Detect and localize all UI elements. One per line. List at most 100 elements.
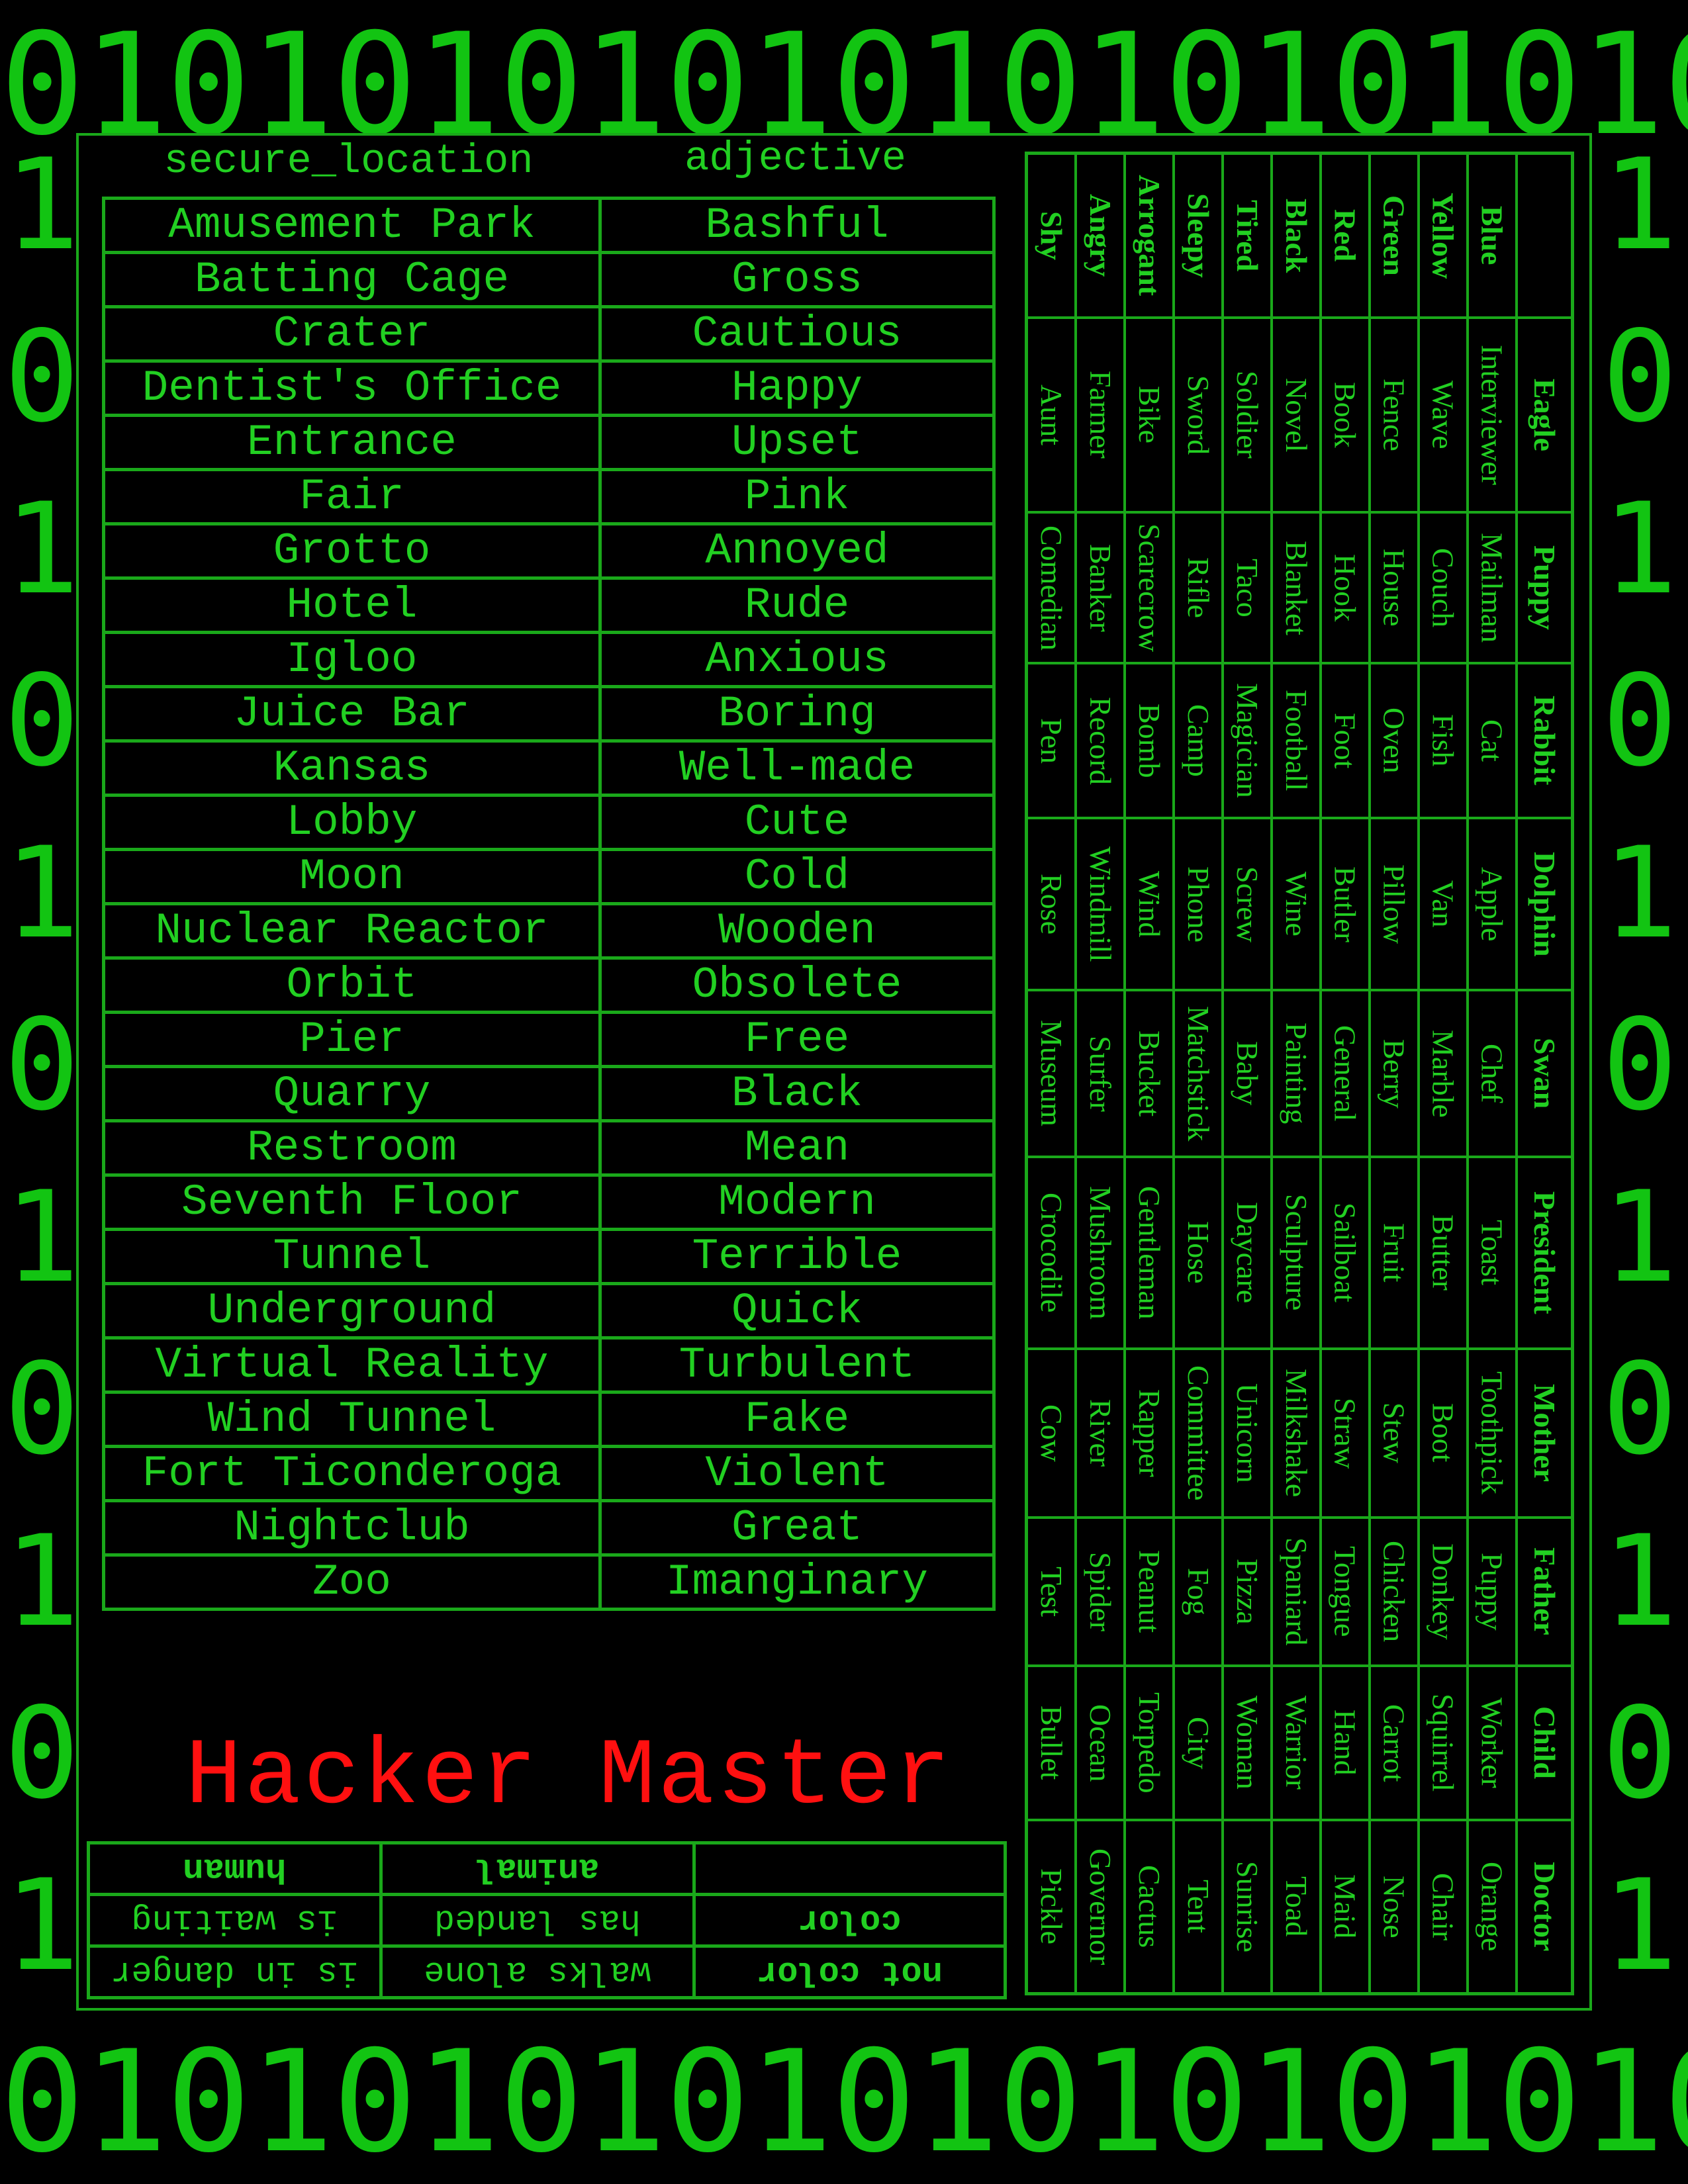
grid-cell: River	[1076, 1347, 1123, 1516]
grid-cell: Stew	[1370, 1347, 1417, 1516]
grid-cell: Bullet	[1028, 1664, 1074, 1819]
grid-cell: Boot	[1419, 1347, 1466, 1516]
binary-digit: 1	[4, 1508, 80, 1655]
grid-corner	[1518, 155, 1571, 316]
table-row: Moon Cold	[102, 848, 996, 905]
grid-cell: Spaniard	[1272, 1516, 1319, 1664]
grid-word: Pen	[1034, 717, 1068, 764]
grid-word: Oven	[1377, 707, 1411, 774]
grid-cell: Farmer	[1076, 316, 1123, 512]
grid-cell: Baby	[1223, 989, 1270, 1155]
grid-word: Record	[1083, 696, 1117, 785]
grid-column: Yellow Wave Couch Fish Van Marble Butter Boot Do…	[1417, 155, 1466, 1992]
table-row: Zoo Imanginary	[102, 1553, 996, 1611]
grid-cell: Pickle	[1028, 1818, 1074, 1992]
grid-row-header: Dolphin	[1517, 816, 1571, 989]
grid-column: Tired Soldier Taco Magician Screw Baby Daycare…	[1221, 155, 1270, 1992]
legend-table: not color walks alone is in danger color has…	[87, 1841, 1007, 1999]
grid-cell: Chair	[1419, 1818, 1466, 1992]
location-cell: Entrance	[102, 414, 602, 471]
grid-column: Black Novel Blanket Football Wine Painting Scu…	[1270, 155, 1319, 1992]
column-header-label: Sleepy	[1181, 193, 1215, 278]
table-row: Restroom Mean	[102, 1119, 996, 1177]
grid-column-header: Red	[1322, 155, 1368, 316]
grid-word: Novel	[1279, 377, 1313, 453]
column-header-label: Green	[1377, 195, 1411, 276]
grid-row-header: Swan	[1517, 989, 1571, 1155]
grid-word: Worker	[1475, 1697, 1509, 1788]
grid-word: Van	[1426, 880, 1460, 928]
grid-word: Taco	[1230, 558, 1264, 617]
adjective-cell: Happy	[598, 359, 996, 417]
table-row: Grotto Annoyed	[102, 522, 996, 580]
grid-word: Rifle	[1181, 557, 1215, 619]
table-row: Underground Quick	[102, 1282, 996, 1340]
grid-word: Bullet	[1034, 1706, 1068, 1780]
grid-cell: Warrior	[1272, 1664, 1319, 1819]
grid-cell: Pen	[1028, 662, 1074, 817]
grid-word: Woman	[1230, 1696, 1264, 1790]
grid-cell: Orange	[1468, 1818, 1515, 1992]
grid-word: Committee	[1181, 1365, 1215, 1501]
adjective-cell: Violent	[598, 1445, 996, 1502]
grid-word: Bucket	[1132, 1030, 1166, 1117]
table-row: Entrance Upset	[102, 414, 996, 471]
grid-column-header: Black	[1273, 155, 1319, 316]
location-cell: Fair	[102, 468, 602, 525]
table-row: Juice Bar Boring	[102, 685, 996, 743]
grid-column: Shy Aunt Comedian Pen Rose Museum Crocodile Cow…	[1028, 155, 1074, 1992]
grid-cell: General	[1321, 989, 1368, 1155]
location-cell: Kansas	[102, 739, 602, 797]
location-cell: Batting Cage	[102, 251, 602, 308]
row-header-label: Father	[1527, 1547, 1562, 1636]
legend-cell: animal	[381, 1843, 694, 1895]
grid-cell: Banker	[1076, 511, 1123, 662]
legend-cell: is in danger	[88, 1946, 381, 1998]
grid-row-header: Puppy	[1517, 511, 1571, 662]
grid-word: Maid	[1328, 1874, 1362, 1939]
binary-right-column: 1 0 1 0 1 0 1 0 1 0 1	[1602, 119, 1678, 2012]
grid-cell: Crocodile	[1028, 1155, 1074, 1347]
grid-row-header: Eagle	[1517, 316, 1571, 512]
adjective-cell: Upset	[598, 414, 996, 471]
table-row: Amusement Park Bashful	[102, 197, 996, 254]
grid-cell: Governor	[1076, 1818, 1123, 1992]
grid-word: Toad	[1279, 1876, 1313, 1937]
word-table: Amusement Park Bashful Batting Cage Gross Cr…	[102, 197, 996, 1611]
grid-cell: Chef	[1468, 989, 1515, 1155]
grid-word: Chair	[1426, 1872, 1460, 1940]
grid-word: Toast	[1475, 1220, 1509, 1286]
grid-cell: Cactus	[1125, 1818, 1172, 1992]
location-cell: Lobby	[102, 794, 602, 851]
adjective-cell: Cautious	[598, 305, 996, 363]
column-header-label: Arrogant	[1132, 175, 1166, 296]
grid-column: Green Fence House Oven Pillow Berry Fruit Stew C…	[1368, 155, 1417, 1992]
adjective-cell: Well-made	[598, 739, 996, 797]
adjective-cell: Fake	[598, 1390, 996, 1448]
grid-cell: Record	[1076, 662, 1123, 817]
adjective-cell: Bashful	[598, 197, 996, 254]
binary-digit: 0	[1602, 648, 1678, 794]
grid-cell: Torpedo	[1125, 1664, 1172, 1819]
grid-cell: Puppy	[1468, 1516, 1515, 1664]
grid-cell: Matchstick	[1174, 989, 1221, 1155]
grid-word: Chef	[1475, 1044, 1509, 1103]
grid-word: Wine	[1279, 872, 1313, 936]
legend-cell: not color	[694, 1946, 1006, 1998]
grid-word: Rose	[1034, 874, 1068, 935]
grid-word: Donkey	[1426, 1543, 1460, 1640]
grid-cell: Rifle	[1174, 511, 1221, 662]
grid-cell: Milkshake	[1272, 1347, 1319, 1516]
grid-cell: Mushroom	[1076, 1155, 1123, 1347]
grid-word: Pillow	[1377, 864, 1411, 944]
grid-word: General	[1328, 1025, 1362, 1122]
grid-word: Cactus	[1132, 1865, 1166, 1948]
grid-word: Sword	[1181, 375, 1215, 455]
grid-word: Farmer	[1083, 371, 1117, 459]
binary-digit: 1	[4, 1164, 80, 1310]
location-cell: Zoo	[102, 1553, 602, 1611]
grid-word: Foot	[1328, 712, 1362, 769]
grid-word: Hose	[1181, 1221, 1215, 1284]
grid-cell: Bike	[1125, 316, 1172, 512]
grid-word: Hand	[1328, 1709, 1362, 1776]
